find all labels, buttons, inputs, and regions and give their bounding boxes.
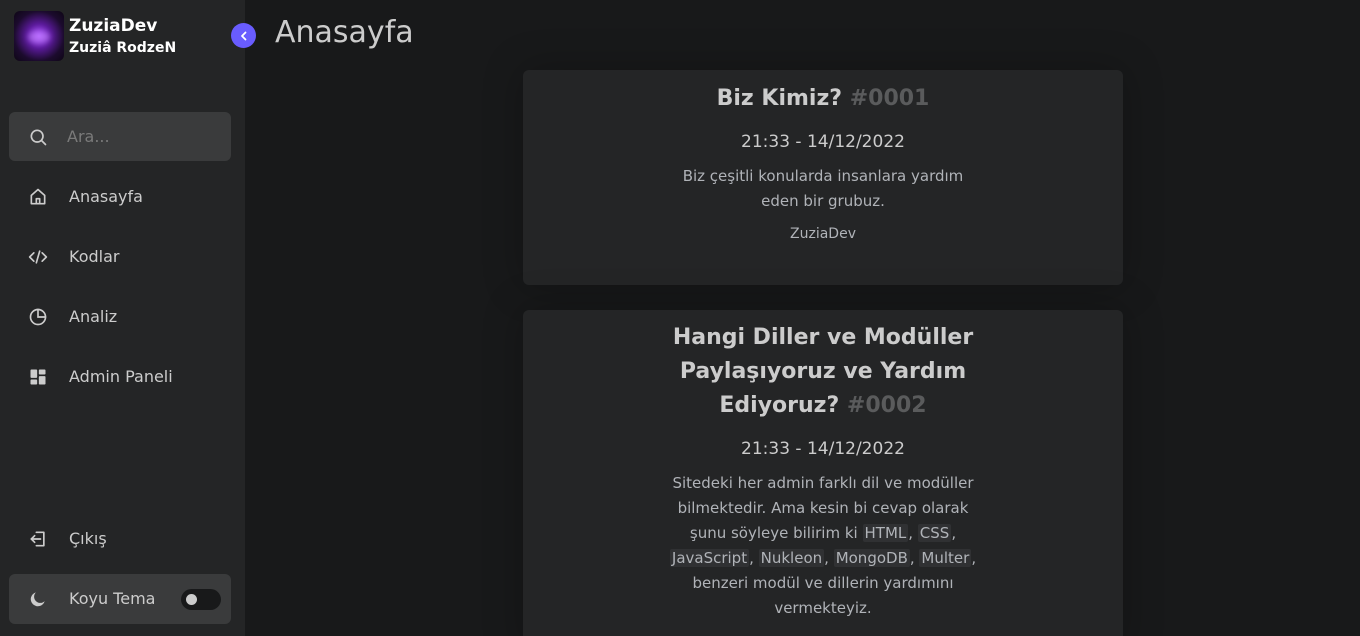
post-author: ZuziaDev (790, 226, 856, 242)
nav-label: Analiz (69, 307, 118, 326)
brand-name: ZuziaDev (69, 16, 158, 36)
logout-icon (28, 529, 48, 549)
post-title: Hangi Diller ve Modüller Paylaşıyoruz ve… (672, 325, 974, 418)
pie-chart-icon (28, 307, 48, 327)
tech-tag: Nukleon (758, 549, 825, 567)
tech-tag: Multer (919, 549, 972, 567)
post-number: #0001 (849, 86, 930, 111)
post-card: Hangi Diller ve Modüller Paylaşıyoruz ve… (523, 310, 1123, 636)
dark-theme-row: Koyu Tema (9, 574, 231, 624)
post-time: 21:33 - 14/12/2022 (741, 439, 905, 459)
nav-label: Anasayfa (69, 187, 143, 206)
post-card: Biz Kimiz? #0001 21:33 - 14/12/2022 Biz … (523, 70, 1123, 285)
search-box (9, 112, 231, 161)
post-title: Biz Kimiz? #0001 (716, 86, 930, 111)
nav-item-anasayfa[interactable]: Anasayfa (9, 172, 231, 221)
dark-theme-toggle[interactable] (181, 589, 221, 610)
brand: ZuziaDev Zuziâ RodzeN (14, 11, 176, 61)
user-name: Zuziâ RodzeN (69, 40, 177, 56)
nav-item-admin-paneli[interactable]: Admin Paneli (9, 352, 231, 401)
nav-item-kodlar[interactable]: Kodlar (9, 232, 231, 281)
sidebar-collapse-button[interactable] (231, 23, 256, 48)
nav-item-analiz[interactable]: Analiz (9, 292, 231, 341)
nav-label: Admin Paneli (69, 367, 173, 386)
post-description: Sitedeki her admin farklı dil ve modülle… (669, 474, 977, 617)
post-time: 21:33 - 14/12/2022 (741, 132, 905, 152)
tech-tag: HTML (862, 524, 909, 542)
code-icon (28, 247, 48, 267)
tech-tag: MongoDB (833, 549, 910, 567)
brand-logo (14, 11, 64, 61)
sidebar: ZuziaDev Zuziâ RodzeN Anasayfa Kodlar An… (0, 0, 245, 636)
dashboard-icon (28, 367, 48, 387)
nav-label: Kodlar (69, 247, 120, 266)
search-input[interactable] (67, 112, 222, 161)
moon-icon (28, 589, 48, 609)
logout-button[interactable]: Çıkış (9, 514, 231, 563)
dark-theme-label: Koyu Tema (69, 589, 156, 608)
tech-tag: CSS (917, 524, 952, 542)
page-title: Anasayfa (275, 15, 414, 50)
chevron-left-icon (240, 31, 246, 40)
home-icon (28, 187, 48, 207)
post-description: Biz çeşitli konularda insanlara yardım e… (682, 167, 964, 210)
tech-tag: JavaScript (669, 549, 750, 567)
logout-label: Çıkış (69, 529, 107, 548)
post-number: #0002 (846, 393, 927, 418)
search-icon (28, 127, 48, 147)
